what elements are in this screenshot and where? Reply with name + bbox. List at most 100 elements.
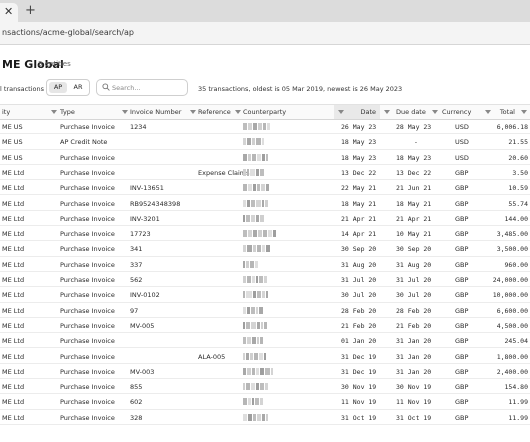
- table-row[interactable]: ME Ltd Purchase Invoice ALA-005 31 Dec 19 31…: [0, 349, 530, 364]
- redacted-counterparty: [243, 413, 268, 421]
- cell-date: 30 Sep 20: [341, 245, 377, 254]
- table-row[interactable]: ME US Purchase Invoice 1234 26 May 23 28 May…: [0, 119, 530, 135]
- cell-invoice-number: RB9524348398: [130, 199, 181, 208]
- cell-currency: GBP: [455, 398, 469, 407]
- cell-invoice-number: INV-3201: [130, 214, 160, 223]
- header-type[interactable]: Type: [60, 108, 75, 116]
- header-due-date[interactable]: Due date: [396, 108, 426, 116]
- table-row[interactable]: ME Ltd Purchase Invoice INV-3201 21 Apr 21 2…: [0, 211, 530, 227]
- total-sort-icon[interactable]: [521, 110, 527, 114]
- cell-invoice-number: 602: [130, 398, 143, 407]
- table-row[interactable]: ME Ltd Purchase Invoice 341 30 Sep 20 30 Sep…: [0, 241, 530, 257]
- cell-date: 13 Dec 22: [341, 168, 377, 177]
- cell-entity: ME Ltd: [2, 383, 25, 392]
- cell-total: 2,400.00: [496, 367, 528, 376]
- cell-due-date: 30 Jul 20: [396, 291, 432, 300]
- header-reference[interactable]: Reference: [198, 108, 231, 116]
- cell-invoice-number: INV-13651: [130, 184, 164, 193]
- cell-due-date: 30 Nov 19: [396, 383, 432, 392]
- redacted-counterparty: [243, 398, 263, 406]
- cell-due-date: 30 Sep 20: [396, 245, 432, 254]
- header-total[interactable]: Total: [495, 108, 515, 116]
- ap-toggle-button[interactable]: AP: [49, 82, 67, 93]
- cell-date: 31 Aug 20: [341, 260, 377, 269]
- header-invoice-number[interactable]: Invoice Number: [130, 108, 181, 116]
- redacted-counterparty: [243, 184, 269, 192]
- table-row[interactable]: ME Ltd Purchase Invoice Expense Claims 13 D…: [0, 165, 530, 181]
- cell-invoice-number: 562: [130, 276, 143, 284]
- cell-type: Purchase Invoice: [60, 306, 115, 315]
- cell-type: Purchase Invoice: [60, 276, 115, 284]
- browser-tab[interactable]: ✕: [0, 3, 18, 22]
- table-row[interactable]: ME Ltd Purchase Invoice 01 Jan 20 31 Jan 20…: [0, 333, 530, 349]
- cell-date: 30 Nov 19: [341, 383, 377, 392]
- entity-filter-icon[interactable]: [51, 110, 57, 114]
- table-row[interactable]: ME US Purchase Invoice 18 May 23 18 May 23 U…: [0, 150, 530, 165]
- cell-total: 3,500.00: [496, 245, 528, 254]
- cell-invoice-number: 337: [130, 260, 143, 269]
- cell-currency: GBP: [455, 276, 469, 284]
- table-row[interactable]: ME Ltd Purchase Invoice 337 31 Aug 20 31 Aug…: [0, 257, 530, 272]
- cell-entity: ME US: [2, 138, 23, 147]
- cell-date: 28 Feb 20: [341, 306, 377, 315]
- table-row[interactable]: ME Ltd Purchase Invoice INV-13651 22 May 21…: [0, 180, 530, 196]
- table-row[interactable]: ME Ltd Purchase Invoice 855 30 Nov 19 30 Nov…: [0, 379, 530, 395]
- redacted-counterparty: [243, 245, 270, 253]
- table-row[interactable]: ME Ltd Purchase Invoice 17723 14 Apr 21 10 M…: [0, 226, 530, 242]
- cell-total: 11.99: [508, 413, 528, 422]
- ap-ar-toggle: AP AR: [46, 79, 90, 96]
- cell-type: Purchase Invoice: [60, 168, 115, 177]
- redacted-counterparty: [243, 383, 268, 391]
- redacted-counterparty: [243, 168, 264, 176]
- total-filter-icon[interactable]: [485, 110, 491, 114]
- table-row[interactable]: ME Ltd Purchase Invoice MV-005 21 Feb 20 21 …: [0, 318, 530, 334]
- currency-filter-icon[interactable]: [432, 110, 438, 114]
- table-row[interactable]: ME Ltd Purchase Invoice 328 31 Oct 19 31 Oct…: [0, 410, 530, 425]
- cell-currency: GBP: [455, 321, 469, 330]
- invoice-filter-icon[interactable]: [190, 110, 196, 114]
- cell-entity: ME Ltd: [2, 337, 25, 346]
- cell-total: 10.59: [508, 184, 528, 193]
- cell-total: 4,500.00: [496, 321, 528, 330]
- table-row[interactable]: ME Ltd Purchase Invoice 602 11 Nov 19 11 Nov…: [0, 394, 530, 410]
- transactions-filter-label: l transactions: [0, 85, 44, 93]
- cell-type: Purchase Invoice: [60, 230, 115, 239]
- search-input[interactable]: [112, 82, 184, 93]
- cell-entity: ME Ltd: [2, 352, 25, 361]
- redacted-counterparty: [243, 138, 264, 146]
- cell-invoice-number: 855: [130, 383, 143, 392]
- cell-currency: GBP: [455, 168, 469, 177]
- date-filter-icon[interactable]: [338, 110, 344, 114]
- header-entity[interactable]: ity: [2, 108, 10, 116]
- cell-entity: ME Ltd: [2, 184, 25, 193]
- due-filter-icon[interactable]: [384, 110, 390, 114]
- cell-total: 21.55: [508, 138, 528, 147]
- table-row[interactable]: ME Ltd Purchase Invoice 562 31 Jul 20 31 Jul…: [0, 272, 530, 288]
- cell-entity: ME Ltd: [2, 276, 25, 284]
- cell-total: 144.00: [504, 214, 528, 223]
- header-currency[interactable]: Currency: [442, 108, 471, 116]
- address-bar[interactable]: nsactions/acme-global/search/ap: [0, 22, 530, 45]
- table-row[interactable]: ME Ltd Purchase Invoice MV-003 31 Dec 19 31 …: [0, 364, 530, 380]
- type-filter-icon[interactable]: [122, 110, 128, 114]
- ar-toggle-button[interactable]: AR: [69, 82, 87, 93]
- header-counterparty[interactable]: Counterparty: [243, 108, 286, 116]
- cell-date: 30 Jul 20: [341, 291, 377, 300]
- table-row[interactable]: ME US AP Credit Note 18 May 23 - USD 21.55: [0, 134, 530, 150]
- cell-invoice-number: 328: [130, 413, 143, 422]
- cell-entity: ME Ltd: [2, 367, 25, 376]
- table-row[interactable]: ME Ltd Purchase Invoice 97 28 Feb 20 28 Feb …: [0, 303, 530, 318]
- header-date[interactable]: Date: [350, 108, 376, 116]
- reference-filter-icon[interactable]: [235, 110, 241, 114]
- cell-due-date: 31 Jul 20: [396, 276, 432, 284]
- table-row[interactable]: ME Ltd Purchase Invoice INV-0102 30 Jul 20 3…: [0, 287, 530, 303]
- new-tab-button[interactable]: +: [25, 4, 36, 18]
- redacted-counterparty: [243, 214, 264, 222]
- url-text[interactable]: nsactions/acme-global/search/ap: [2, 28, 134, 37]
- cell-entity: ME Ltd: [2, 321, 25, 330]
- close-tab-icon[interactable]: ✕: [4, 6, 13, 18]
- cell-entity: ME Ltd: [2, 306, 25, 315]
- table-row[interactable]: ME Ltd Purchase Invoice RB9524348398 18 May…: [0, 196, 530, 211]
- cell-type: Purchase Invoice: [60, 413, 115, 422]
- cell-date: 31 Dec 19: [341, 367, 377, 376]
